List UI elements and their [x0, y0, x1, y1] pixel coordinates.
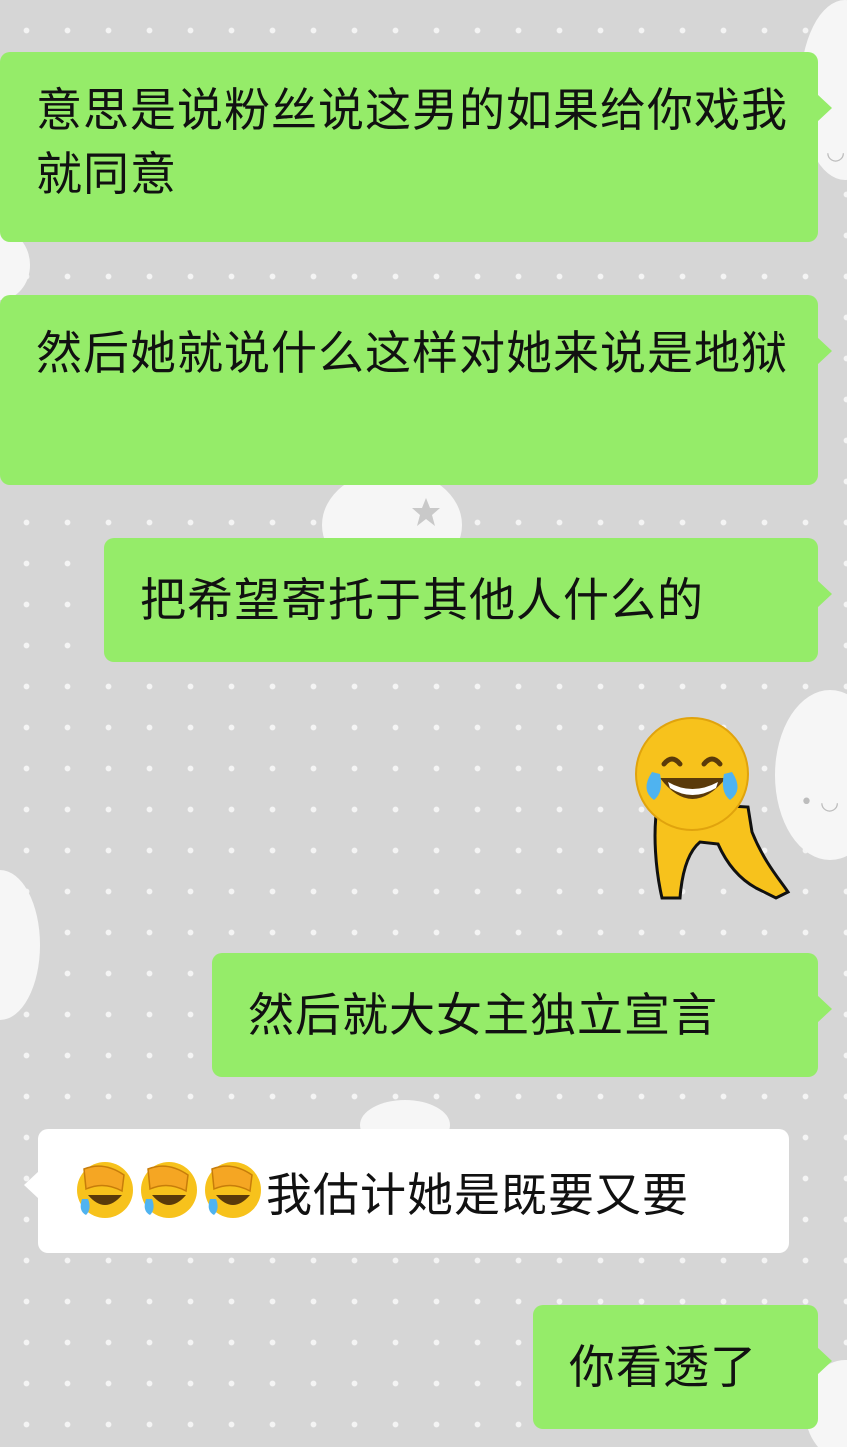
facepalm-laugh-emoji [77, 1162, 133, 1218]
message-bubble-outgoing[interactable]: 把希望寄托于其他人什么的 [104, 538, 832, 662]
message-bubble-outgoing[interactable]: 然后就大女主独立宣言 [212, 953, 832, 1077]
message-text: 你看透了 [569, 1340, 757, 1394]
laughing-crying-emoji-body-sticker[interactable] [630, 712, 800, 902]
message-bubble-outgoing[interactable]: 意思是说粉丝说这男的如果给你戏我就同意 [0, 52, 832, 242]
facepalm-laugh-emoji [141, 1162, 197, 1218]
message-text: 然后就大女主独立宣言 [248, 988, 718, 1042]
laughing-crying-emoji-icon [635, 717, 791, 900]
message-bubble-outgoing[interactable]: 你看透了 [533, 1305, 832, 1429]
message-text: 我估计她是既要又要 [266, 1168, 689, 1222]
message-text: 然后她就说什么这样对她来说是地狱 [36, 326, 788, 380]
message-text: 意思是说粉丝说这男的如果给你戏我就同意 [36, 83, 788, 201]
star-icon [412, 498, 440, 526]
message-content: 我估计她是既要又要 [74, 1159, 769, 1227]
cloud-face-icon: • ◡ [800, 790, 840, 815]
message-text: 把希望寄托于其他人什么的 [140, 573, 704, 627]
facepalm-laugh-emoji [205, 1162, 261, 1218]
message-bubble-outgoing[interactable]: 然后她就说什么这样对她来说是地狱 [0, 295, 832, 485]
message-bubble-incoming[interactable]: 我估计她是既要又要 [24, 1129, 789, 1253]
cloud-icon [0, 870, 40, 1020]
cloud-face-icon: ◡ [826, 140, 846, 165]
